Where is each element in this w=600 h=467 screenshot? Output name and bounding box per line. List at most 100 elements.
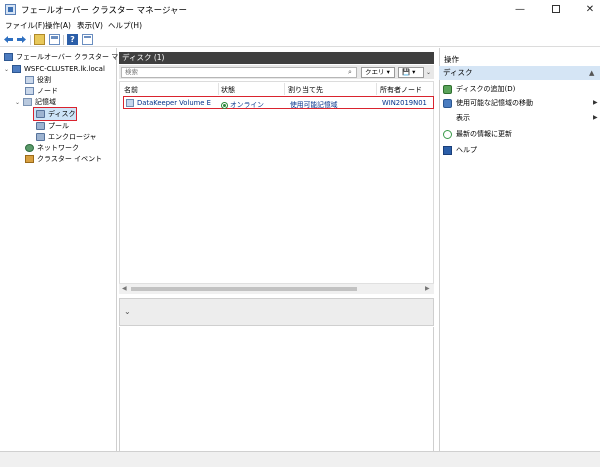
action-view[interactable]: 表示 ▶ bbox=[456, 112, 598, 124]
toolbar-divider bbox=[63, 35, 64, 45]
disk-icon bbox=[126, 99, 134, 107]
help-icon bbox=[443, 145, 452, 155]
storage-icon bbox=[23, 98, 32, 106]
column-header-status[interactable]: 状態 bbox=[221, 85, 235, 95]
menu-action[interactable]: 操作(A) bbox=[45, 20, 71, 31]
tree-item-pools[interactable]: プール bbox=[36, 121, 69, 132]
tree-item-storage-label: 記憶域 bbox=[35, 98, 56, 106]
table-row[interactable]: DataKeeper Volume E オンライン 使用可能記憶域 WIN201… bbox=[123, 96, 434, 109]
column-divider[interactable] bbox=[284, 83, 285, 95]
show-hide-action-pane-icon[interactable] bbox=[82, 34, 93, 45]
tree-cluster[interactable]: ⌄ WSFC-CLUSTER.lk.local bbox=[4, 64, 105, 75]
close-button[interactable]: ✕ bbox=[574, 0, 600, 19]
help-icon[interactable]: ? bbox=[67, 34, 78, 45]
disks-pane-header: ディスク (1) bbox=[119, 52, 434, 64]
add-disk-icon bbox=[443, 84, 452, 94]
maximize-button[interactable] bbox=[540, 0, 572, 19]
save-query-button[interactable]: 💾 ▾ bbox=[398, 67, 424, 78]
actions-section-disks[interactable]: ディスク ▲ bbox=[439, 66, 600, 80]
tree-item-networks[interactable]: ネットワーク bbox=[25, 143, 79, 154]
forward-arrow-icon[interactable] bbox=[16, 34, 27, 45]
menu-view[interactable]: 表示(V) bbox=[77, 20, 103, 31]
status-bar bbox=[0, 451, 600, 467]
tree-item-disks-label: ディスク bbox=[48, 110, 76, 118]
column-header-assigned-to[interactable]: 割り当て先 bbox=[288, 85, 323, 95]
minimize-button[interactable]: — bbox=[504, 0, 536, 19]
chevron-down-icon[interactable]: ⌄ bbox=[426, 67, 434, 78]
disks-table: 名前 状態 割り当て先 所有者ノード DataKeeper Volume E オ… bbox=[119, 81, 434, 294]
menu-bar: ファイル(F) 操作(A) 表示(V) ヘルプ(H) bbox=[0, 19, 600, 32]
move-storage-icon bbox=[443, 98, 452, 108]
tree-item-disks[interactable]: ディスク bbox=[36, 109, 76, 120]
network-icon bbox=[25, 144, 34, 152]
search-input[interactable]: 検索 bbox=[121, 67, 357, 78]
horizontal-scrollbar[interactable]: ◀ ▶ bbox=[119, 283, 434, 294]
scroll-left-icon[interactable]: ◀ bbox=[122, 285, 127, 292]
tree-item-enclosures-label: エンクロージャ bbox=[48, 133, 97, 141]
toolbar-divider bbox=[30, 35, 31, 45]
column-header-owner-node[interactable]: 所有者ノード bbox=[380, 85, 422, 95]
tree-item-storage[interactable]: ⌄ 記憶域 bbox=[15, 97, 56, 108]
app-icon bbox=[5, 4, 16, 15]
action-move-available-storage[interactable]: 使用可能な記憶域の移動 ▶ bbox=[443, 97, 598, 109]
details-pane bbox=[119, 327, 434, 451]
show-hide-tree-icon[interactable] bbox=[49, 34, 60, 45]
tree-item-pools-label: プール bbox=[48, 122, 69, 130]
back-arrow-icon[interactable] bbox=[3, 34, 14, 45]
tree-item-networks-label: ネットワーク bbox=[37, 144, 79, 152]
cluster-icon bbox=[12, 65, 21, 73]
cell-owner-node: WIN2019N01 bbox=[382, 99, 427, 107]
cell-status: オンライン bbox=[221, 99, 264, 109]
title-bar: フェールオーバー クラスター マネージャー — ✕ bbox=[0, 0, 600, 19]
tree-item-nodes[interactable]: ノード bbox=[25, 86, 58, 97]
search-bar: 検索 ⌕ クエリ ▾ 💾 ▾ ⌄ bbox=[119, 65, 434, 79]
action-help-label: ヘルプ bbox=[456, 146, 477, 154]
tree-cluster-label: WSFC-CLUSTER.lk.local bbox=[24, 65, 105, 73]
actions-section-label: ディスク bbox=[443, 68, 473, 77]
column-divider[interactable] bbox=[376, 83, 377, 95]
enclosure-icon bbox=[36, 133, 45, 141]
query-button[interactable]: クエリ ▾ bbox=[361, 67, 395, 78]
column-header-name[interactable]: 名前 bbox=[124, 85, 138, 95]
actions-title: 操作 bbox=[444, 55, 459, 64]
chevron-up-icon[interactable]: ▲ bbox=[589, 66, 594, 80]
chevron-down-icon[interactable]: ⌄ bbox=[15, 97, 23, 108]
menu-file[interactable]: ファイル(F) bbox=[5, 20, 45, 31]
cell-status-text: オンライン bbox=[230, 101, 264, 109]
action-help[interactable]: ヘルプ bbox=[443, 144, 477, 156]
tree-item-roles[interactable]: 役割 bbox=[25, 75, 51, 86]
maximize-icon bbox=[552, 5, 560, 13]
cell-name: DataKeeper Volume E bbox=[126, 99, 211, 107]
refresh-icon bbox=[443, 129, 452, 139]
action-add-disk-label: ディスクの追加(D) bbox=[456, 85, 516, 93]
action-refresh-label: 最新の情報に更新 bbox=[456, 130, 512, 138]
action-view-label: 表示 bbox=[456, 114, 470, 122]
nodes-icon bbox=[25, 87, 34, 95]
tree-item-enclosures[interactable]: エンクロージャ bbox=[36, 132, 97, 143]
tree-item-cluster-events[interactable]: クラスター イベント bbox=[25, 154, 102, 165]
disk-icon bbox=[36, 110, 45, 118]
scroll-right-icon[interactable]: ▶ bbox=[425, 285, 430, 292]
up-folder-icon[interactable] bbox=[34, 34, 45, 45]
details-pane-header[interactable]: ⌄ bbox=[119, 298, 434, 326]
column-divider[interactable] bbox=[218, 83, 219, 95]
scrollbar-thumb[interactable] bbox=[131, 287, 357, 291]
cluster-manager-icon bbox=[4, 53, 13, 61]
tree-item-cluster-events-label: クラスター イベント bbox=[37, 155, 103, 163]
chevron-down-icon[interactable]: ⌄ bbox=[124, 307, 131, 316]
roles-icon bbox=[25, 76, 34, 84]
menu-help[interactable]: ヘルプ(H) bbox=[108, 20, 142, 31]
toolbar: ? bbox=[0, 32, 600, 47]
online-status-icon bbox=[221, 101, 228, 109]
action-add-disk[interactable]: ディスクの追加(D) bbox=[443, 83, 515, 95]
search-icon[interactable]: ⌕ bbox=[348, 68, 356, 76]
cell-name-text: DataKeeper Volume E bbox=[137, 99, 211, 107]
submenu-arrow-icon: ▶ bbox=[593, 99, 598, 106]
pool-icon bbox=[36, 122, 45, 130]
cluster-events-icon bbox=[25, 155, 34, 163]
window-title: フェールオーバー クラスター マネージャー bbox=[21, 6, 188, 16]
submenu-arrow-icon: ▶ bbox=[593, 114, 598, 121]
chevron-down-icon[interactable]: ⌄ bbox=[4, 64, 12, 75]
tree-item-nodes-label: ノード bbox=[37, 87, 58, 95]
action-refresh[interactable]: 最新の情報に更新 bbox=[443, 128, 512, 140]
